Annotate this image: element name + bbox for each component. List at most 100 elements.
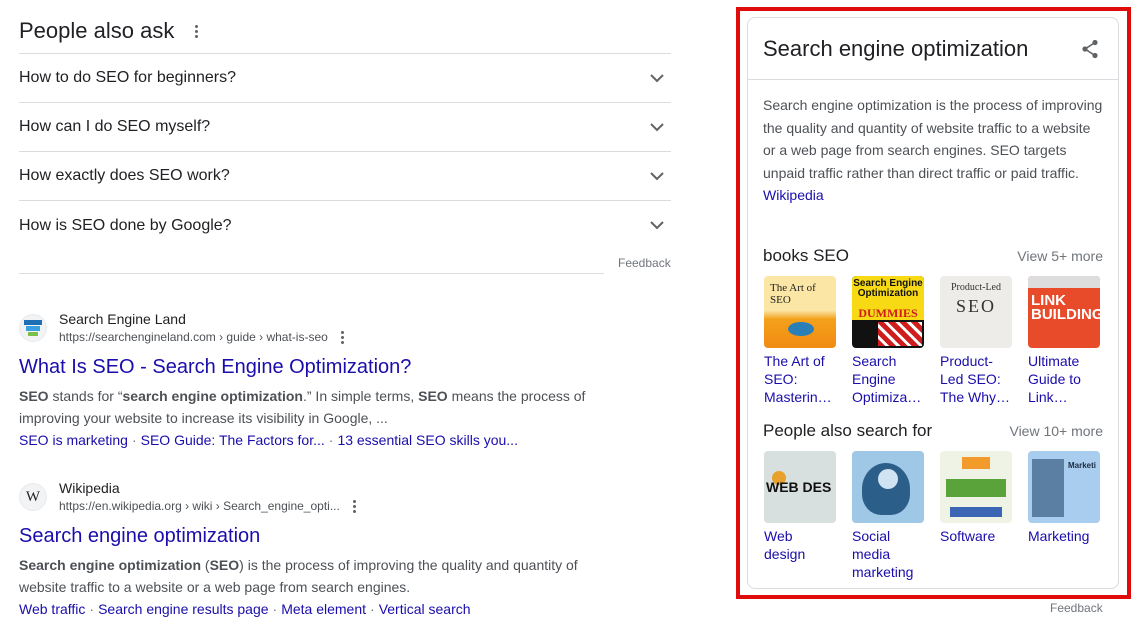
snippet-bold: SEO <box>418 388 448 404</box>
people-also-ask: People also ask How to do SEO for beginn… <box>19 14 671 274</box>
sitelink[interactable]: SEO is marketing <box>19 432 128 448</box>
feedback-link[interactable]: Feedback <box>1050 601 1103 615</box>
more-options-icon[interactable] <box>186 21 206 41</box>
sitelink[interactable]: Web traffic <box>19 601 85 617</box>
snippet-text: means the process of <box>447 388 586 404</box>
paa-question-3[interactable]: How exactly does SEO work? <box>19 152 671 201</box>
chevron-down-icon[interactable] <box>645 115 669 139</box>
chevron-down-icon[interactable] <box>645 214 669 238</box>
related-card[interactable]: Social media marketing <box>852 450 924 581</box>
wikipedia-w-icon: W <box>25 488 41 505</box>
snippet-bold: search engine optimization <box>122 388 303 404</box>
more-options-icon[interactable] <box>348 498 362 514</box>
result-site-row[interactable]: Search Engine Land https://searchenginel… <box>19 310 659 346</box>
paa-list: How to do SEO for beginners? How can I d… <box>19 53 671 250</box>
book-card[interactable]: Product-Led SEO Product-Led SEO: The Why… <box>940 275 1012 406</box>
share-icon[interactable] <box>1078 37 1102 61</box>
section-title: People also search for <box>763 420 933 440</box>
snippet-text: ) is the process of improving the qualit… <box>239 557 578 573</box>
paa-question-text: How can I do SEO myself? <box>19 118 211 135</box>
related-label: Web design <box>764 527 806 562</box>
kp-source-link[interactable]: Wikipedia <box>763 187 824 203</box>
image-text: Marketi <box>1068 460 1097 470</box>
paa-question-text: How to do SEO for beginners? <box>19 69 237 86</box>
snippet-bold: SEO <box>19 388 49 404</box>
related-card[interactable]: Software <box>940 450 1012 581</box>
sitelink[interactable]: Meta element <box>281 601 366 617</box>
decor-shape <box>878 468 898 489</box>
snippet-text: .” In simple terms, <box>302 388 419 404</box>
book-cover: Search Engine Optimization DUMMIES <box>852 275 924 348</box>
sitelink[interactable]: Search engine results page <box>98 601 268 617</box>
site-name: Wikipedia <box>59 480 120 496</box>
feedback-link[interactable]: Feedback <box>618 256 671 270</box>
image-text: WEB DES <box>766 478 832 495</box>
paa-question-1[interactable]: How to do SEO for beginners? <box>19 54 671 103</box>
related-label: Software <box>940 527 996 544</box>
separator: · <box>328 432 334 448</box>
related-label: Marketing <box>1028 527 1090 544</box>
cover-text: The Art of SEO <box>770 281 816 306</box>
diagram-block <box>950 506 1002 517</box>
kp-header: Search engine optimization <box>748 18 1118 80</box>
related-image <box>940 450 1012 523</box>
cover-band <box>1028 275 1100 288</box>
paa-question-4[interactable]: How is SEO done by Google? <box>19 201 671 250</box>
cover-text: DUMMIES <box>852 305 924 320</box>
book-card[interactable]: Search Engine Optimization DUMMIES Searc… <box>852 275 924 406</box>
separator: · <box>131 432 137 448</box>
book-cards: The Art of SEO The Art of SEO: Masterin…… <box>748 275 1118 406</box>
related-image <box>852 450 924 523</box>
more-options-icon[interactable] <box>336 329 350 345</box>
book-cover: The Art of SEO <box>764 275 836 348</box>
book-cover: Product-Led SEO <box>940 275 1012 348</box>
related-card[interactable]: Marketi Marketing <box>1028 450 1100 581</box>
result-title-link[interactable]: Search engine optimization <box>19 523 659 549</box>
chevron-down-icon[interactable] <box>645 66 669 90</box>
kp-title: Search engine optimization <box>763 35 1029 61</box>
result-snippet: SEO stands for “search engine optimizati… <box>19 385 659 429</box>
related-card[interactable]: WEB DES Web design <box>764 450 836 581</box>
result-site-row[interactable]: W Wikipedia https://en.wikipedia.org › w… <box>19 479 659 515</box>
search-result: W Wikipedia https://en.wikipedia.org › w… <box>19 479 659 620</box>
separator: · <box>272 601 278 617</box>
view-more-link[interactable]: View 5+ more <box>1017 248 1103 264</box>
related-image: WEB DES <box>764 450 836 523</box>
site-url: https://en.wikipedia.org › wiki › Search… <box>59 497 362 515</box>
paa-question-text: How exactly does SEO work? <box>19 167 230 184</box>
book-title: Search Engine Optimiza… <box>852 352 922 405</box>
book-title: Ultimate Guide to Link… <box>1028 352 1081 405</box>
paa-header: People also ask <box>19 14 671 48</box>
illustration <box>1032 458 1064 517</box>
kp-description: Search engine optimization is the proces… <box>748 80 1118 207</box>
separator: · <box>89 601 95 617</box>
result-title-link[interactable]: What Is SEO - Search Engine Optimization… <box>19 354 659 380</box>
related-cards: WEB DES Web design Social media marketin… <box>748 450 1118 581</box>
chevron-down-icon[interactable] <box>645 164 669 188</box>
sitelink[interactable]: Vertical search <box>379 601 471 617</box>
snippet-text: ( <box>201 557 210 573</box>
kp-related-section: People also search for View 10+ more WEB… <box>748 421 1118 581</box>
kp-books-section: books SEO View 5+ more The Art of SEO Th… <box>748 246 1118 406</box>
diagram-block <box>946 478 1006 497</box>
snippet-text: website traffic to a website or a web pa… <box>19 579 411 595</box>
book-card[interactable]: LINK BUILDING Ultimate Guide to Link… <box>1028 275 1100 406</box>
site-url: https://searchengineland.com › guide › w… <box>59 328 350 346</box>
sitelink[interactable]: SEO Guide: The Factors for... <box>141 432 325 448</box>
paa-feedback-row: Feedback <box>19 250 671 274</box>
sitelink[interactable]: 13 essential SEO skills you... <box>337 432 518 448</box>
book-card[interactable]: The Art of SEO The Art of SEO: Masterin… <box>764 275 836 406</box>
snippet-text: stands for “ <box>48 388 123 404</box>
knowledge-panel: Search engine optimization Search engine… <box>747 17 1119 589</box>
paa-question-2[interactable]: How can I do SEO myself? <box>19 103 671 152</box>
search-engine-land-logo-icon <box>24 320 42 336</box>
view-more-link[interactable]: View 10+ more <box>1009 423 1103 439</box>
sitelinks: SEO is marketing · SEO Guide: The Factors … <box>19 429 659 451</box>
paa-title: People also ask <box>19 18 175 43</box>
result-snippet: Search engine optimization (SEO) is the … <box>19 554 659 598</box>
snippet-bold: Search engine optimization <box>19 557 202 573</box>
cover-pattern <box>878 321 922 346</box>
book-title: The Art of SEO: Masterin… <box>764 352 832 405</box>
site-url-text: https://searchengineland.com › guide › w… <box>59 330 328 344</box>
snippet-text: improving your website to increase its v… <box>19 410 388 426</box>
